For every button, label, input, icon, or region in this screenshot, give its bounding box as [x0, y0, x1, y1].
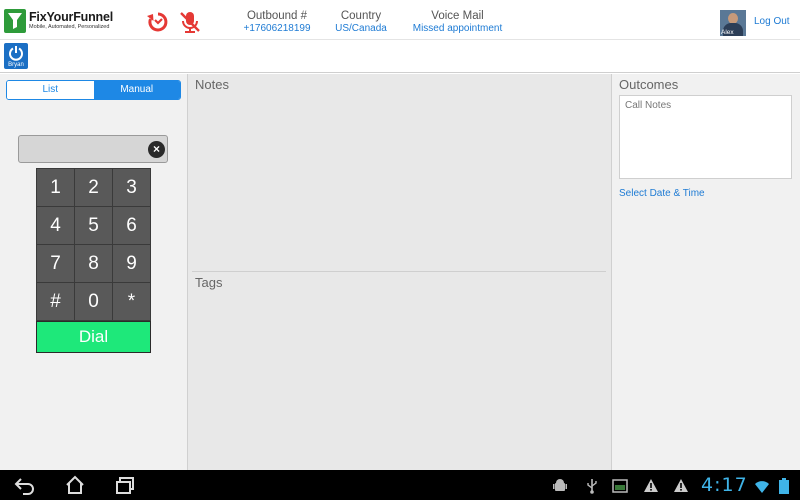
- outbound-number-info: Outbound # +17606218199: [236, 10, 318, 34]
- dialer-panel: List Manual × 1 2 3 4 5 6 7 8 9 # 0 * Di…: [0, 74, 188, 470]
- brand-tagline: Mobile, Automated, Personalized: [29, 24, 110, 30]
- keypad-key-1[interactable]: 1: [37, 169, 74, 206]
- agent-power-button[interactable]: Bryan: [4, 43, 28, 69]
- dial-button[interactable]: Dial: [36, 321, 151, 353]
- status-clock: 4:17: [701, 474, 748, 496]
- dial-keypad: 1 2 3 4 5 6 7 8 9 # 0 *: [36, 168, 151, 321]
- keypad-key-0[interactable]: 0: [75, 283, 112, 320]
- notes-tags-panel: Notes Tags: [188, 74, 612, 470]
- country-value[interactable]: US/Canada: [326, 23, 396, 34]
- select-date-time-link[interactable]: Select Date & Time: [619, 188, 705, 199]
- country-info: Country US/Canada: [326, 10, 396, 34]
- keypad-key-8[interactable]: 8: [75, 245, 112, 282]
- warning-icon: [643, 478, 659, 494]
- keypad-key-hash[interactable]: #: [37, 283, 74, 320]
- country-label: Country: [340, 10, 382, 22]
- keypad-key-5[interactable]: 5: [75, 207, 112, 244]
- warning-icon: [673, 478, 689, 494]
- avatar-user-name: Alex: [721, 29, 734, 36]
- outbound-label: Outbound #: [246, 10, 308, 22]
- screenshot-icon: [612, 478, 628, 494]
- keypad-key-2[interactable]: 2: [75, 169, 112, 206]
- keypad-key-7[interactable]: 7: [37, 245, 74, 282]
- funnel-logo-icon: [4, 9, 26, 33]
- keypad-key-3[interactable]: 3: [113, 169, 150, 206]
- outbound-value[interactable]: +17606218199: [236, 23, 318, 34]
- redial-icon[interactable]: [146, 10, 170, 34]
- user-avatar[interactable]: Alex: [720, 10, 746, 36]
- outcomes-title: Outcomes: [619, 77, 679, 92]
- mute-microphone-icon[interactable]: [178, 10, 202, 34]
- battery-icon: [778, 478, 790, 494]
- app-header: FixYourFunnel Mobile, Automated, Persona…: [0, 0, 800, 40]
- agent-bar: Bryan: [0, 40, 800, 73]
- tab-manual[interactable]: Manual: [93, 81, 180, 99]
- keypad-key-4[interactable]: 4: [37, 207, 74, 244]
- usb-icon: [584, 478, 600, 494]
- tab-list[interactable]: List: [7, 81, 94, 99]
- keypad-key-9[interactable]: 9: [113, 245, 150, 282]
- phone-number-input[interactable]: [18, 135, 168, 163]
- keypad-key-6[interactable]: 6: [113, 207, 150, 244]
- keypad-key-star[interactable]: *: [113, 283, 150, 320]
- voicemail-label: Voice Mail: [431, 10, 484, 22]
- system-navigation-bar: 4:17: [0, 470, 800, 500]
- home-icon[interactable]: [64, 475, 86, 495]
- wifi-icon: [754, 478, 770, 494]
- recent-apps-icon[interactable]: [114, 475, 136, 495]
- fixyourfunnel-logo: FixYourFunnel Mobile, Automated, Persona…: [4, 9, 113, 33]
- power-icon: [9, 46, 23, 61]
- call-notes-input[interactable]: [619, 95, 792, 179]
- logout-link[interactable]: Log Out: [754, 16, 790, 27]
- voicemail-value[interactable]: Missed appointment: [405, 23, 510, 34]
- tags-title: Tags: [195, 275, 223, 290]
- back-icon[interactable]: [14, 475, 36, 495]
- brand-name: FixYourFunnel: [29, 10, 113, 24]
- notes-textarea[interactable]: [192, 94, 606, 270]
- agent-name: Bryan: [8, 62, 24, 68]
- section-divider: [192, 271, 606, 272]
- notes-title: Notes: [195, 77, 229, 92]
- voicemail-info: Voice Mail Missed appointment: [405, 10, 510, 34]
- outcomes-panel: Outcomes Select Date & Time: [612, 74, 800, 470]
- clear-input-button[interactable]: ×: [148, 141, 165, 158]
- android-debug-icon: [552, 478, 568, 494]
- tags-area[interactable]: [192, 294, 606, 464]
- close-icon: ×: [152, 142, 160, 156]
- dial-mode-tabs: List Manual: [6, 80, 181, 100]
